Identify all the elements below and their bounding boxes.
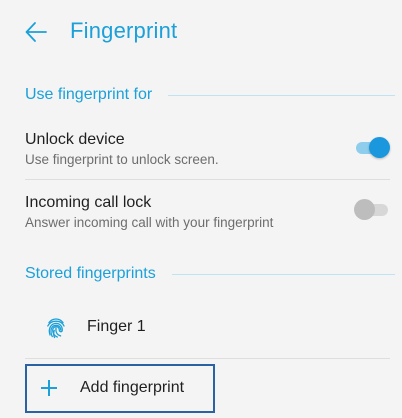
plus-icon [35, 374, 63, 402]
fingerprint-icon [44, 316, 68, 340]
section-header-stored-fingerprints: Stored fingerprints [25, 263, 395, 285]
unlock-device-row[interactable]: Unlock device Use fingerprint to unlock … [25, 130, 395, 169]
section-divider [168, 94, 395, 96]
app-bar: Fingerprint [8, 0, 398, 64]
add-fingerprint-button[interactable]: Add fingerprint [25, 364, 215, 413]
section-header-use-fingerprint: Use fingerprint for [25, 84, 395, 106]
section-title-use-fingerprint: Use fingerprint for [25, 86, 153, 103]
unlock-device-toggle[interactable] [356, 136, 390, 160]
incoming-call-lock-toggle[interactable] [354, 198, 388, 222]
add-fingerprint-label: Add fingerprint [80, 379, 185, 396]
fingerprint-list-item[interactable]: Finger 1 [25, 312, 390, 344]
row-divider [25, 358, 390, 359]
section-divider [171, 273, 395, 275]
unlock-device-title: Unlock device [25, 131, 125, 148]
incoming-call-lock-subtitle: Answer incoming call with your fingerpri… [25, 215, 274, 230]
toggle-thumb [354, 199, 375, 220]
arrow-left-icon[interactable] [24, 20, 48, 44]
toggle-thumb [369, 137, 390, 158]
incoming-call-lock-title: Incoming call lock [25, 194, 152, 211]
row-divider [25, 179, 390, 180]
fingerprint-name: Finger 1 [87, 318, 146, 335]
section-title-stored-fingerprints: Stored fingerprints [25, 265, 156, 282]
fingerprint-settings-screen: Fingerprint Use fingerprint for Unlock d… [8, 0, 398, 418]
incoming-call-lock-row[interactable]: Incoming call lock Answer incoming call … [25, 193, 395, 232]
page-title: Fingerprint [70, 18, 178, 43]
unlock-device-subtitle: Use fingerprint to unlock screen. [25, 152, 219, 167]
